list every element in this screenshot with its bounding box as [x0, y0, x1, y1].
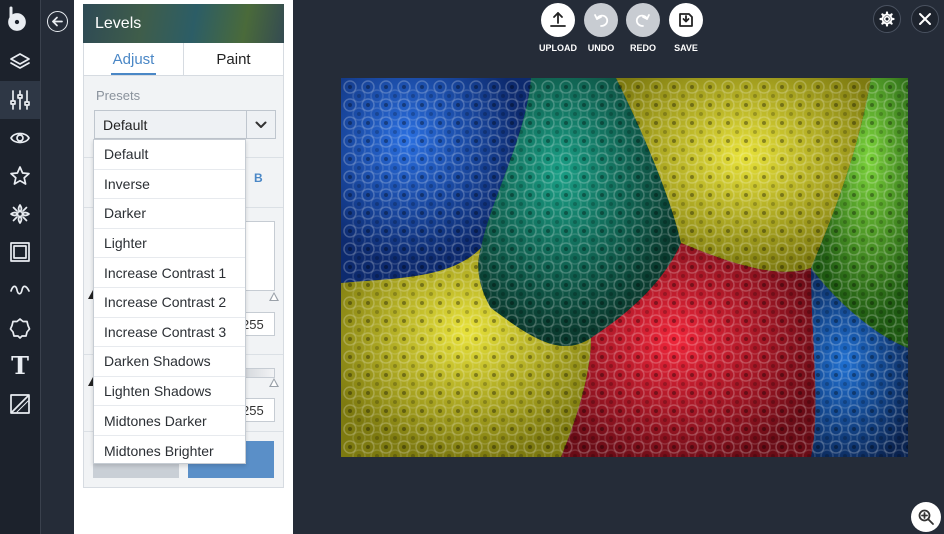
tab-paint[interactable]: Paint — [183, 43, 283, 75]
preset-option[interactable]: Darken Shadows — [94, 347, 245, 377]
preset-option[interactable]: Midtones Brighter — [94, 436, 245, 466]
close-icon — [919, 13, 931, 25]
image-canvas[interactable] — [341, 78, 908, 457]
preset-option[interactable]: Default — [94, 140, 245, 170]
save-icon — [679, 13, 693, 27]
frames-button[interactable] — [0, 233, 40, 271]
chevron-down-icon — [255, 121, 267, 128]
upload-icon — [550, 12, 566, 27]
white-point-handle[interactable] — [269, 292, 279, 301]
zoom-in-icon — [918, 509, 934, 525]
text-button[interactable]: T — [0, 347, 40, 385]
badge-icon — [9, 318, 31, 339]
presets-select-value: Default — [103, 117, 148, 133]
presets-label: Presets — [96, 88, 141, 103]
zoom-button[interactable] — [911, 502, 941, 532]
undo-icon — [594, 14, 609, 27]
squiggle-icon — [10, 285, 30, 295]
output-white-handle[interactable] — [269, 378, 279, 387]
preset-option[interactable]: Inverse — [94, 170, 245, 200]
tab-adjust[interactable]: Adjust — [84, 43, 183, 75]
adjust-button[interactable] — [0, 81, 40, 119]
preset-option[interactable]: Lighten Shadows — [94, 377, 245, 407]
preset-option[interactable]: Lighter — [94, 229, 245, 259]
preset-option[interactable]: Increase Contrast 2 — [94, 288, 245, 318]
presets-dropdown: Default Inverse Darker Lighter Increase … — [93, 139, 246, 464]
preset-option[interactable]: Increase Contrast 1 — [94, 258, 245, 288]
favorites-button[interactable] — [0, 157, 40, 195]
presets-select-toggle[interactable] — [246, 111, 275, 138]
frame-icon — [10, 242, 30, 262]
presets-select[interactable]: Default — [94, 110, 276, 139]
draw-button[interactable] — [0, 271, 40, 309]
effects-button[interactable] — [0, 195, 40, 233]
upload-button[interactable] — [541, 3, 575, 37]
panel-header: Levels — [83, 4, 284, 43]
panel-title: Levels — [95, 15, 142, 32]
redo-icon — [635, 14, 650, 27]
undo-button[interactable] — [584, 3, 618, 37]
save-button[interactable] — [669, 3, 703, 37]
gear-icon — [879, 11, 895, 27]
back-button[interactable] — [47, 11, 68, 32]
preset-option[interactable]: Darker — [94, 199, 245, 229]
texture-button[interactable] — [0, 385, 40, 423]
preset-option[interactable]: Increase Contrast 3 — [94, 318, 245, 348]
layers-icon — [10, 53, 30, 69]
settings-button[interactable] — [873, 5, 901, 33]
layers-button[interactable] — [0, 43, 40, 81]
save-label: SAVE — [674, 43, 698, 53]
stickers-button[interactable] — [0, 309, 40, 347]
back-arrow-icon — [52, 16, 63, 27]
panel-tabs: Adjust Paint — [83, 43, 284, 76]
text-icon: T — [11, 351, 29, 380]
close-button[interactable] — [911, 5, 939, 33]
eye-icon — [10, 132, 30, 144]
flower-icon — [10, 204, 30, 224]
flower-photo — [341, 78, 908, 457]
texture-icon — [10, 394, 30, 414]
preset-option[interactable]: Midtones Darker — [94, 406, 245, 436]
view-button[interactable] — [0, 119, 40, 157]
tool-rail: T — [0, 0, 41, 534]
channel-b-tab[interactable]: B — [254, 171, 263, 185]
redo-button[interactable] — [626, 3, 660, 37]
back-column — [41, 0, 74, 534]
star-icon — [10, 166, 30, 185]
sliders-icon — [10, 90, 30, 110]
logo-icon — [5, 6, 29, 32]
